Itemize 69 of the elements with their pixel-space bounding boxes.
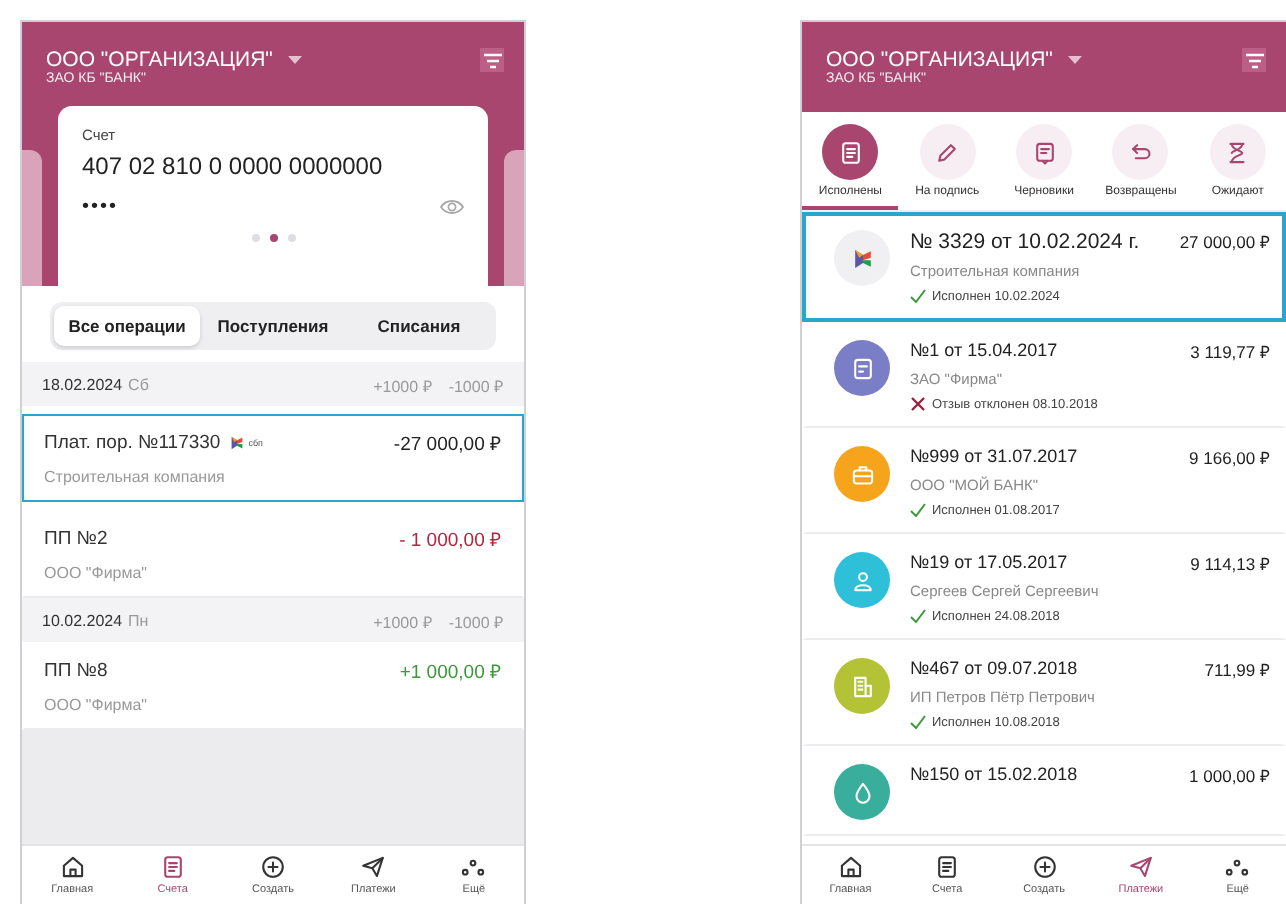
account-number: 407 02 810 0 0000 0000000 (82, 152, 385, 180)
document-title: №1 от 15.04.2017 (910, 340, 1060, 362)
plus-icon (260, 854, 286, 880)
filter-tab[interactable]: Все операции (54, 306, 200, 346)
person-icon (849, 567, 875, 593)
dots-icon (1224, 854, 1251, 880)
check-icon (910, 288, 926, 304)
dots-icon (460, 854, 487, 880)
hidden-balance: •••• (82, 196, 119, 218)
operation-amount: +1 000,00 ₽ (399, 660, 502, 684)
document-icon (159, 854, 186, 880)
document-title: № 3329 от 10.02.2024 г. (910, 230, 1142, 254)
caret-icon[interactable] (1068, 55, 1083, 65)
document-amount: 9 166,00 ₽ (1189, 446, 1270, 468)
filter-icon[interactable] (480, 48, 504, 72)
draft-icon (1031, 139, 1058, 165)
card-peek (504, 150, 524, 286)
document-amount: 3 119,77 ₽ (1190, 340, 1270, 362)
home-icon (837, 854, 864, 880)
check-icon (910, 608, 926, 624)
operation-title: Плат. пор. №117330 (44, 432, 221, 454)
document-icon (837, 139, 864, 165)
logo-icon (849, 245, 875, 271)
operation-amount: -27 000,00 ₽ (393, 432, 502, 456)
document-amount: 9 114,13 ₽ (1190, 552, 1270, 574)
plus-icon (1031, 854, 1058, 880)
card-peek (22, 150, 42, 286)
date-text: 10.02.2024 (42, 611, 123, 629)
document-icon (934, 854, 961, 880)
counterparty: ООО "Фирма" (44, 696, 150, 714)
expense-total: -1000 ₽ (448, 611, 504, 631)
document-row[interactable]: №150 от 15.02.2018 1 000,00 ₽ (802, 746, 1286, 836)
cross-icon (910, 396, 926, 412)
document-title: №467 от 09.07.2018 (910, 658, 1080, 680)
organization-name: ООО "ОРГАНИЗАЦИЯ" (826, 48, 1053, 72)
check-icon (910, 714, 926, 730)
logo-icon (228, 434, 247, 452)
operation-title: ПП №2 (44, 528, 108, 550)
filter-icon[interactable] (1242, 48, 1266, 72)
check-icon (910, 502, 926, 518)
home-icon (59, 854, 86, 880)
organization-name: ООО "ОРГАНИЗАЦИЯ" (46, 48, 273, 72)
caret-icon[interactable] (288, 55, 303, 65)
pencil-icon (934, 139, 961, 165)
paper-plane-icon (1127, 854, 1154, 880)
counterparty: Строительная компания (44, 468, 227, 486)
income-total: +1000 ₽ (373, 611, 433, 631)
paper-plane-icon (360, 854, 387, 880)
operation-amount: - 1 000,00 ₽ (399, 528, 502, 552)
counterparty: ООО "Фирма" (44, 564, 150, 582)
document-amount: 27 000,00 ₽ (1179, 230, 1270, 254)
document-title: №999 от 31.07.2017 (910, 446, 1080, 468)
filter-tab[interactable]: Поступления (200, 306, 346, 346)
document-amount: 711,99 ₽ (1204, 658, 1270, 680)
document-amount: 1 000,00 ₽ (1189, 764, 1270, 786)
date-text: 18.02.2024 (42, 375, 123, 393)
form-icon (849, 355, 875, 381)
income-total: +1000 ₽ (373, 375, 433, 395)
operation-title: ПП №8 (44, 660, 108, 682)
briefcase-icon (849, 461, 875, 487)
weekday: Сб (128, 375, 151, 393)
building-icon (849, 673, 875, 699)
document-title: №19 от 17.05.2017 (910, 552, 1070, 574)
expense-total: -1000 ₽ (448, 375, 504, 395)
filter-tab[interactable]: Списания (346, 306, 492, 346)
weekday: Пн (128, 611, 151, 629)
eye-icon[interactable] (440, 198, 464, 216)
return-arrow-icon (1127, 139, 1154, 165)
document-title: №150 от 15.02.2018 (910, 764, 1080, 786)
